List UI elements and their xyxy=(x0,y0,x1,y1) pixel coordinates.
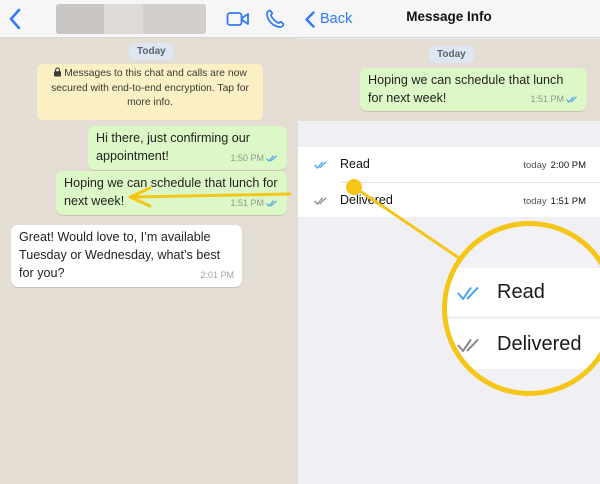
zoom-row-read: Read xyxy=(447,268,600,316)
receipt-time: today 2:00 PM xyxy=(523,160,586,171)
chat-panel: Today Messages to this chat and calls ar… xyxy=(0,0,298,484)
chevron-left-icon[interactable] xyxy=(4,6,28,32)
read-ticks-icon xyxy=(266,155,277,162)
date-pill: Today xyxy=(429,46,474,63)
message-time: 1:51 PM xyxy=(530,90,579,108)
double-tick-icon xyxy=(314,161,327,169)
encryption-notice[interactable]: Messages to this chat and calls are now … xyxy=(37,64,263,120)
zoom-label: Read xyxy=(497,281,545,303)
magnifier-zoom: Read Delivered xyxy=(442,221,600,396)
message-bubble-incoming[interactable]: Great! Would love to, I’m available Tues… xyxy=(11,225,242,287)
message-text: Hi there, just confirming our appointmen… xyxy=(96,131,250,163)
receipt-list: Read today 2:00 PM Delivered today 1:51 PM xyxy=(298,147,600,217)
zoom-row-delivered: Delivered xyxy=(447,319,600,369)
info-header: Back Message Info xyxy=(298,0,600,38)
receipt-time: today 1:51 PM xyxy=(523,196,586,207)
message-time: 2:01 PM xyxy=(200,270,234,280)
receipt-label: Delivered xyxy=(340,193,393,207)
chat-header xyxy=(0,0,298,38)
double-tick-icon xyxy=(457,338,479,352)
double-tick-icon xyxy=(314,197,327,205)
zoom-label: Delivered xyxy=(497,333,582,355)
double-tick-icon xyxy=(457,286,479,300)
lock-icon xyxy=(53,67,62,82)
receipt-row-delivered[interactable]: Delivered today 1:51 PM xyxy=(298,183,600,218)
message-preview: Today Hoping we can schedule that lunch … xyxy=(298,39,600,121)
page-title: Message Info xyxy=(406,9,492,24)
message-time: 1:50 PM xyxy=(230,149,279,167)
read-ticks-icon xyxy=(566,96,577,103)
date-pill: Today xyxy=(129,43,174,60)
contact-name-blurred[interactable] xyxy=(56,4,206,34)
receipt-label: Read xyxy=(340,157,370,171)
encryption-notice-text: Messages to this chat and calls are now … xyxy=(51,68,249,108)
message-text: Great! Would love to, I’m available Tues… xyxy=(19,230,221,280)
message-bubble-outgoing: Hoping we can schedule that lunch for ne… xyxy=(360,68,587,111)
message-bubble-outgoing[interactable]: Hi there, just confirming our appointmen… xyxy=(88,126,287,170)
section-gap xyxy=(298,121,600,147)
highlight-arrow xyxy=(128,186,292,208)
phone-call-icon[interactable] xyxy=(264,8,286,30)
video-call-icon[interactable] xyxy=(226,9,250,29)
receipt-row-read[interactable]: Read today 2:00 PM xyxy=(298,147,600,183)
